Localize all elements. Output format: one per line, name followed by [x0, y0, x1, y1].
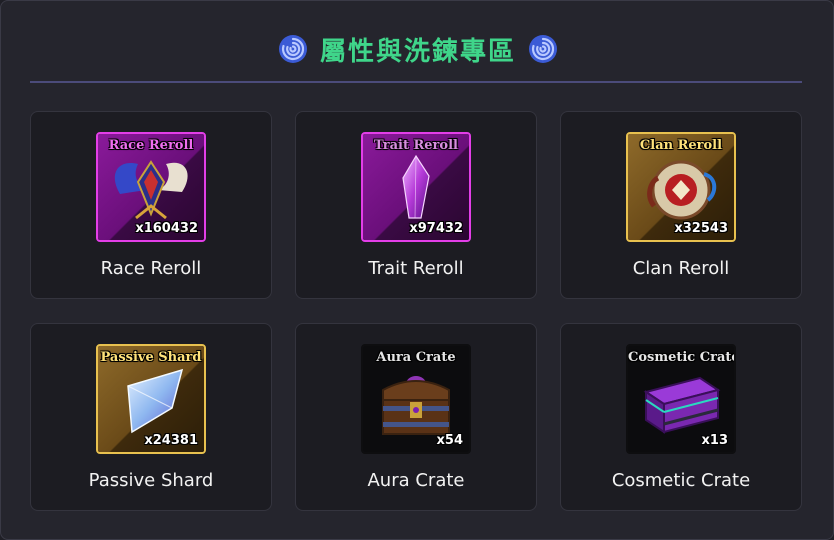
- item-label: Aura Crate: [367, 470, 465, 491]
- item-grid: Race Reroll x160432 Race Reroll Trait Re…: [30, 111, 802, 511]
- panel-header: 屬性與洗鍊專區: [1, 31, 834, 67]
- item-label: Race Reroll: [100, 258, 202, 279]
- item-card-trait-reroll[interactable]: Trait Reroll x97432 Trait Reroll: [295, 111, 537, 299]
- swirl-icon: [529, 35, 557, 63]
- swirl-icon: [278, 35, 307, 63]
- item-card-aura-crate[interactable]: Aura Crate x54 Aura Crate: [295, 323, 537, 511]
- item-card-race-reroll[interactable]: Race Reroll x160432 Race Reroll: [30, 111, 272, 299]
- item-card-clan-reroll[interactable]: Clan Reroll x32543 Clan Reroll: [560, 111, 802, 299]
- reroll-panel: 屬性與洗鍊專區 Race Reroll x160432 Race Reroll …: [0, 0, 834, 540]
- item-label: Clan Reroll: [632, 258, 730, 279]
- item-icon-name: Passive Shard: [100, 350, 202, 365]
- item-quantity: x32543: [674, 221, 728, 236]
- item-icon-frame: Race Reroll x160432: [96, 132, 206, 242]
- item-icon-name: Aura Crate: [376, 350, 456, 365]
- item-icon-name: Cosmetic Crate: [628, 350, 736, 365]
- item-label: Passive Shard: [88, 470, 214, 491]
- item-label: Cosmetic Crate: [611, 470, 751, 491]
- item-icon-frame: Trait Reroll x97432: [361, 132, 471, 242]
- item-icon-frame: Passive Shard x24381: [96, 344, 206, 454]
- item-quantity: x54: [436, 433, 463, 448]
- item-icon-frame: Clan Reroll x32543: [626, 132, 736, 242]
- header-divider: [30, 81, 802, 83]
- item-icon-frame: Cosmetic Crate x13: [626, 344, 736, 454]
- item-card-cosmetic-crate[interactable]: Cosmetic Crate x13 Cosmetic Crate: [560, 323, 802, 511]
- item-card-passive-shard[interactable]: Passive Shard x24381 Passive Shard: [30, 323, 272, 511]
- item-icon-frame: Aura Crate x54: [361, 344, 471, 454]
- item-quantity: x160432: [135, 221, 198, 236]
- item-quantity: x13: [701, 433, 728, 448]
- item-icon-name: Race Reroll: [108, 138, 194, 153]
- item-quantity: x24381: [144, 433, 198, 448]
- item-icon-name: Clan Reroll: [639, 138, 723, 153]
- item-icon-name: Trait Reroll: [374, 138, 458, 153]
- item-quantity: x97432: [409, 221, 463, 236]
- item-label: Trait Reroll: [368, 258, 464, 279]
- page-title: 屬性與洗鍊專區: [319, 36, 516, 67]
